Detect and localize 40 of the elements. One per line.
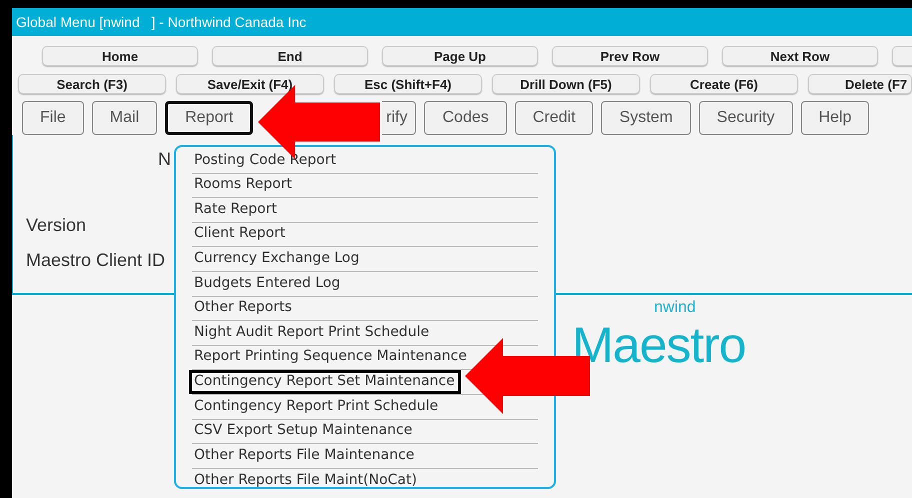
menu-tab[interactable]: rify [382, 101, 416, 135]
nav-button[interactable]: Page Up [382, 46, 538, 66]
menu-item[interactable]: Posting Code Report [189, 148, 342, 173]
nav-button[interactable]: Next Row [722, 46, 878, 66]
nav-button[interactable]: Prev Row [552, 46, 708, 66]
menu-item[interactable]: Report Printing Sequence Maintenance [189, 345, 473, 370]
menu-tab[interactable]: Codes [424, 101, 507, 135]
menu-item[interactable]: Client Report [189, 222, 292, 246]
field-label: Version [26, 215, 86, 236]
menu-item[interactable]: Night Audit Report Print Schedule [189, 320, 436, 345]
menu-item[interactable]: Rooms Report [189, 173, 298, 198]
menu-item[interactable]: Other Reports [189, 296, 298, 320]
menu-item[interactable]: Contingency Report Set Maintenance [189, 370, 461, 394]
menu-tab[interactable]: System [601, 101, 691, 135]
menu-tab[interactable]: Credit [514, 101, 594, 135]
menu-tab[interactable]: Security [698, 101, 793, 135]
nav-button[interactable]: End [212, 46, 368, 66]
menu-item[interactable]: Other Reports File Maint(NoCat) [189, 469, 423, 494]
menu-item[interactable]: Currency Exchange Log [189, 246, 366, 271]
logo: Maestro [572, 317, 746, 373]
menu-tab[interactable]: File [22, 101, 84, 135]
menu-item[interactable]: Budgets Entered Log [189, 272, 346, 296]
action-button[interactable]: Search (F3) [18, 74, 166, 94]
action-button[interactable]: Save/Exit (F4) [176, 74, 324, 94]
action-button[interactable]: Esc (Shift+F4) [334, 74, 482, 94]
window-title: Global Menu [nwind ] - Northwind Canada Inc [12, 8, 912, 36]
menu-tab[interactable]: Help [800, 101, 870, 135]
action-button[interactable]: Create (F6) [650, 74, 798, 94]
nav-button[interactable]: Home [42, 46, 198, 66]
field-label: N [158, 149, 171, 170]
field-label: Maestro Client ID [26, 250, 166, 271]
menu-item[interactable]: Other Reports File Maintenance [189, 444, 420, 468]
company-code: nwind [654, 299, 696, 317]
menu-tab[interactable]: Mail [92, 101, 158, 135]
action-button[interactable]: Drill Down (F5) [492, 74, 640, 94]
action-button[interactable]: Delete (F7 [808, 74, 912, 94]
menu-item[interactable]: CSV Export Setup Maintenance [189, 419, 418, 444]
menu-item[interactable]: Rate Report [189, 198, 283, 222]
menu-tab[interactable]: Report [165, 101, 254, 135]
menu-item[interactable]: Contingency Report Print Schedule [189, 394, 444, 419]
